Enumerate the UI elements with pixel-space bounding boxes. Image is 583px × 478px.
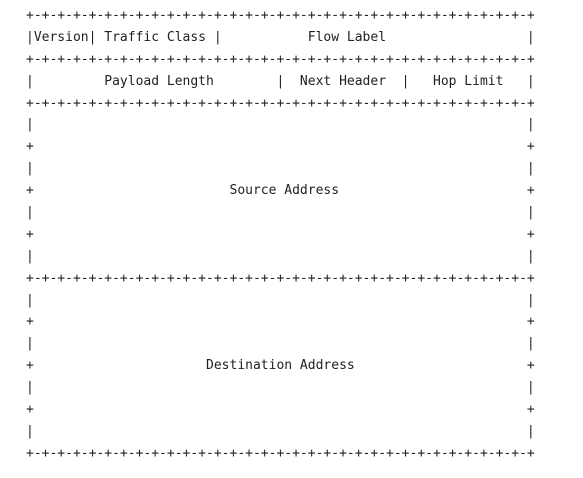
destination-address-row: | | xyxy=(26,336,535,352)
source-address-row: + + xyxy=(26,139,535,155)
border-line: +-+-+-+-+-+-+-+-+-+-+-+-+-+-+-+-+-+-+-+-… xyxy=(26,51,535,67)
destination-address-row: | | xyxy=(26,423,535,439)
destination-address-row: + + xyxy=(26,314,535,330)
border-line: +-+-+-+-+-+-+-+-+-+-+-+-+-+-+-+-+-+-+-+-… xyxy=(26,270,535,286)
source-address-row: | | xyxy=(26,248,535,264)
border-line: +-+-+-+-+-+-+-+-+-+-+-+-+-+-+-+-+-+-+-+-… xyxy=(26,8,535,23)
destination-address-label-row: + Destination Address + xyxy=(26,358,535,374)
source-address-row: | | xyxy=(26,205,535,221)
source-address-label-row: + Source Address + xyxy=(26,183,535,199)
ipv6-header-diagram: +-+-+-+-+-+-+-+-+-+-+-+-+-+-+-+-+-+-+-+-… xyxy=(26,5,535,465)
payload-next-header-hop-limit-row: | Payload Length | Next Header | Hop Lim… xyxy=(26,73,535,89)
source-address-row: | | xyxy=(26,117,535,133)
border-line: +-+-+-+-+-+-+-+-+-+-+-+-+-+-+-+-+-+-+-+-… xyxy=(26,445,535,461)
version-traffic-class-flow-label-row: |Version| Traffic Class | Flow Label | xyxy=(26,29,535,45)
destination-address-row: | | xyxy=(26,380,535,396)
border-line: +-+-+-+-+-+-+-+-+-+-+-+-+-+-+-+-+-+-+-+-… xyxy=(26,95,535,111)
destination-address-row: + + xyxy=(26,402,535,418)
source-address-row: | | xyxy=(26,161,535,177)
source-address-row: + + xyxy=(26,226,535,242)
destination-address-row: | | xyxy=(26,292,535,308)
